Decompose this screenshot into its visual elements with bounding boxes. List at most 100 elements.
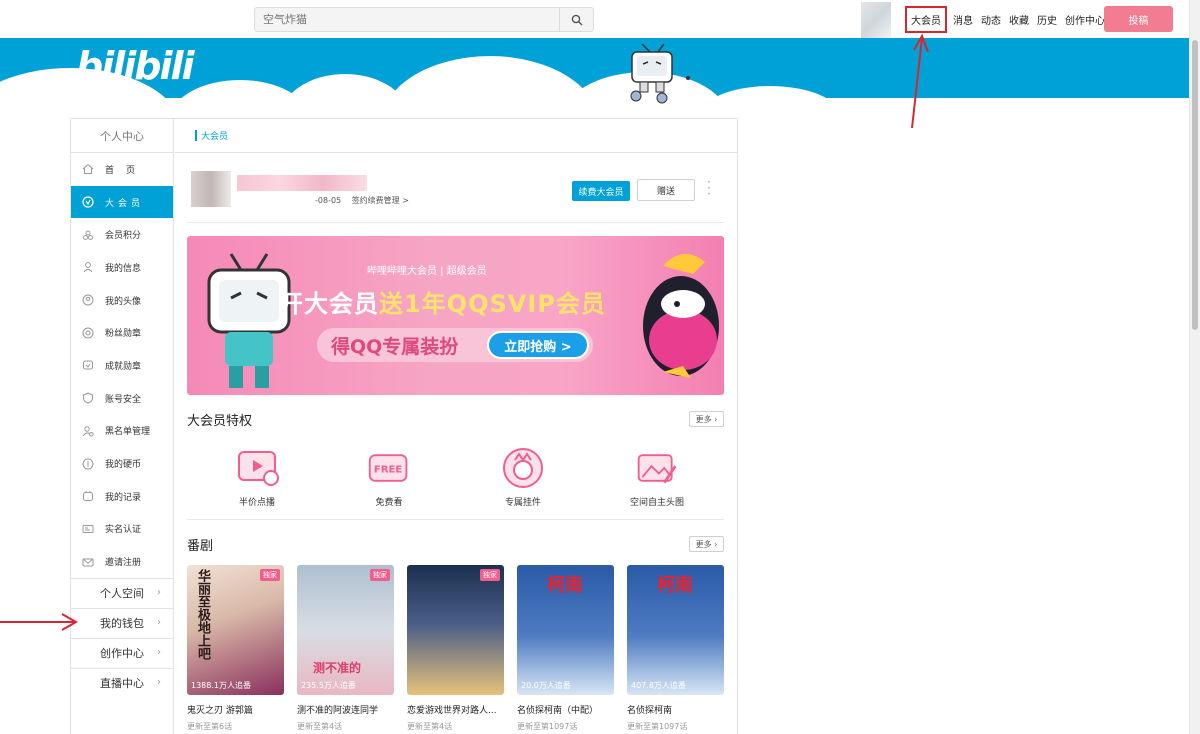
sidebar-item-real-name[interactable]: 实名认证 <box>71 513 173 546</box>
more-label: 更多 <box>695 539 712 549</box>
anime-card[interactable]: 独家 恋爱游戏世界对路人... 更新至第4话 <box>407 565 504 732</box>
sidebar-item-avatar[interactable]: 我的头像 <box>71 284 173 317</box>
avatar[interactable] <box>861 2 891 38</box>
upload-button[interactable]: 投稿 <box>1104 6 1173 32</box>
main-content: 大会员 -08-05 签约续费管理 > 续费大会员 赠送 · · · 哔哩哔哩大… <box>175 119 738 734</box>
sidebar-item-label: 黑名单管理 <box>105 427 151 438</box>
breadcrumb: 大会员 <box>175 119 738 153</box>
sidebar-group-personal-space[interactable]: 个人空间 › <box>71 577 173 608</box>
sidebar-item-label: 邀请注册 <box>105 558 142 569</box>
sidebar-item-achievement[interactable]: 成就勋章 <box>71 349 173 382</box>
privilege-space-header[interactable]: 空间自主头图 <box>612 446 702 508</box>
search-icon <box>571 14 582 25</box>
anime-title[interactable]: 名侦探柯南 <box>627 703 724 716</box>
search-input[interactable] <box>263 8 553 31</box>
more-options-icon[interactable]: · · · <box>707 176 711 200</box>
privilege-pendant[interactable]: 专属挂件 <box>478 446 568 508</box>
anime-more-button[interactable]: 更多 › <box>689 536 724 552</box>
sidebar-item-blacklist[interactable]: 黑名单管理 <box>71 415 173 448</box>
vip-user-row: -08-05 签约续费管理 > 续费大会员 赠送 · · · <box>187 167 724 223</box>
anime-title[interactable]: 恋爱游戏世界对路人... <box>407 703 504 716</box>
sidebar-group-wallet[interactable]: 我的钱包 › <box>71 607 173 638</box>
anime-update-status: 更新至第1097话 <box>517 722 578 731</box>
manage-renewal-link[interactable]: 签约续费管理 > <box>352 196 409 205</box>
sidebar-item-my-info[interactable]: 我的信息 <box>71 251 173 284</box>
follow-count: 1388.1万人追番 <box>191 681 251 690</box>
privileges-title: 大会员特权 <box>187 414 253 429</box>
buy-now-button[interactable]: 立即抢购 > <box>487 331 589 359</box>
sidebar-item-points[interactable]: 会员积分 <box>71 218 173 251</box>
promo-headline-part2: 送1年QQSVIP会员 <box>379 290 606 318</box>
anime-section-title: 番剧 <box>187 539 214 554</box>
chevron-right-icon: › <box>157 586 161 598</box>
anime-card[interactable]: 柯南 407.8万人追番 名侦探柯南 更新至第1097话 <box>627 565 724 732</box>
gift-button[interactable]: 赠送 <box>637 179 695 201</box>
nav-dynamics[interactable]: 动态 <box>981 12 1001 27</box>
nav-creator-center[interactable]: 创作中心 <box>1065 12 1105 27</box>
anime-card[interactable]: 测不准的 独家 235.5万人追番 测不准的阿波连同学 更新至第4话 <box>297 565 394 732</box>
anime-title[interactable]: 名侦探柯南（中配） <box>517 703 614 716</box>
sidebar: 个人中心 首页 大会员 会员积分 我的信息 我的头像 粉丝勋章 成就勋章 账号安… <box>71 119 174 734</box>
nav-history[interactable]: 历史 <box>1037 12 1057 27</box>
avatar-icon <box>81 293 95 307</box>
privilege-half-price[interactable]: 半价点播 <box>212 446 302 508</box>
blacklist-icon <box>81 424 95 438</box>
sidebar-title: 个人中心 <box>71 119 173 153</box>
privileges-more-button[interactable]: 更多 › <box>689 411 724 427</box>
poster-title-text: 柯南 <box>547 575 583 596</box>
promo-subtitle: 得QQ专属装扮 <box>331 336 459 358</box>
anime-title[interactable]: 测不准的阿波连同学 <box>297 703 394 716</box>
sidebar-item-fan-medal[interactable]: 粉丝勋章 <box>71 316 173 349</box>
sidebar-item-home[interactable]: 首页 <box>71 153 173 186</box>
nav-favorites[interactable]: 收藏 <box>1009 12 1029 27</box>
sidebar-item-vip[interactable]: 大会员 <box>71 185 173 219</box>
privilege-label: 半价点播 <box>238 498 275 508</box>
anime-card[interactable]: 柯南 20.0万人追番 名侦探柯南（中配） 更新至第1097话 <box>517 565 614 732</box>
privilege-label: 免费看 <box>375 498 403 508</box>
top-nav: 大会员 消息 动态 收藏 历史 创作中心 <box>905 5 1113 33</box>
poster-title-text: 测不准的 <box>313 661 362 675</box>
sidebar-group-label: 个人空间 <box>100 587 144 601</box>
anime-card[interactable]: 华丽至极地上吧 独家 1388.1万人追番 鬼灭之刃 游郭篇 更新至第6话 <box>187 565 284 732</box>
nav-messages[interactable]: 消息 <box>953 12 973 27</box>
nav-vip[interactable]: 大会员 <box>905 5 947 33</box>
page: 大会员 消息 动态 收藏 历史 创作中心 投稿 bilibili <box>0 0 1200 734</box>
user-info-icon <box>81 260 95 274</box>
search-button[interactable] <box>559 8 593 31</box>
sidebar-item-invite[interactable]: 邀请注册 <box>71 545 173 578</box>
bilibili-logo[interactable]: bilibili <box>76 44 195 88</box>
page-scrollbar[interactable] <box>1189 0 1200 734</box>
play-icon <box>235 446 279 490</box>
home-icon <box>81 162 95 176</box>
sidebar-item-label: 我的信息 <box>105 263 142 274</box>
anime-poster[interactable]: 独家 <box>407 565 504 695</box>
anime-update-status: 更新至第4话 <box>297 722 343 731</box>
anime-poster[interactable]: 柯南 407.8万人追番 <box>627 565 724 695</box>
sidebar-item-coins[interactable]: 我的硬币 <box>71 447 173 480</box>
vip-expiry-date: -08-05 <box>315 196 342 205</box>
anime-poster[interactable]: 测不准的 独家 235.5万人追番 <box>297 565 394 695</box>
vip-expiry-row: -08-05 签约续费管理 > <box>315 195 409 206</box>
anime-update-status: 更新至第1097话 <box>627 722 688 731</box>
exclusive-badge: 独家 <box>260 569 280 581</box>
scroll-thumb[interactable] <box>1192 40 1198 330</box>
account-panel: 个人中心 首页 大会员 会员积分 我的信息 我的头像 粉丝勋章 成就勋章 账号安… <box>70 118 738 734</box>
sidebar-item-label: 我的记录 <box>105 492 142 503</box>
anime-poster[interactable]: 柯南 20.0万人追番 <box>517 565 614 695</box>
annotation-arrow-right-icon <box>0 613 79 631</box>
sidebar-item-label: 大会员 <box>105 198 145 209</box>
invite-icon <box>81 555 95 569</box>
chevron-right-icon: › <box>157 646 161 658</box>
privilege-free-watch[interactable]: FREE 免费看 <box>344 446 434 508</box>
anime-update-status: 更新至第4话 <box>407 722 453 731</box>
sidebar-item-label: 粉丝勋章 <box>105 329 142 340</box>
sidebar-item-security[interactable]: 账号安全 <box>71 382 173 415</box>
promo-headline: 开大会员送1年QQSVIP会员 <box>279 284 606 319</box>
anime-title[interactable]: 鬼灭之刃 游郭篇 <box>187 703 284 716</box>
sidebar-group-creator-center[interactable]: 创作中心 › <box>71 637 173 668</box>
promo-banner[interactable]: 哔哩哔哩大会员 | 超级会员 开大会员送1年QQSVIP会员 得QQ专属装扮 立… <box>187 236 724 395</box>
sidebar-group-live-center[interactable]: 直播中心 › <box>71 667 173 698</box>
anime-poster[interactable]: 华丽至极地上吧 独家 1388.1万人追番 <box>187 565 284 695</box>
renew-vip-button[interactable]: 续费大会员 <box>572 181 630 201</box>
sidebar-item-records[interactable]: 我的记录 <box>71 480 173 513</box>
